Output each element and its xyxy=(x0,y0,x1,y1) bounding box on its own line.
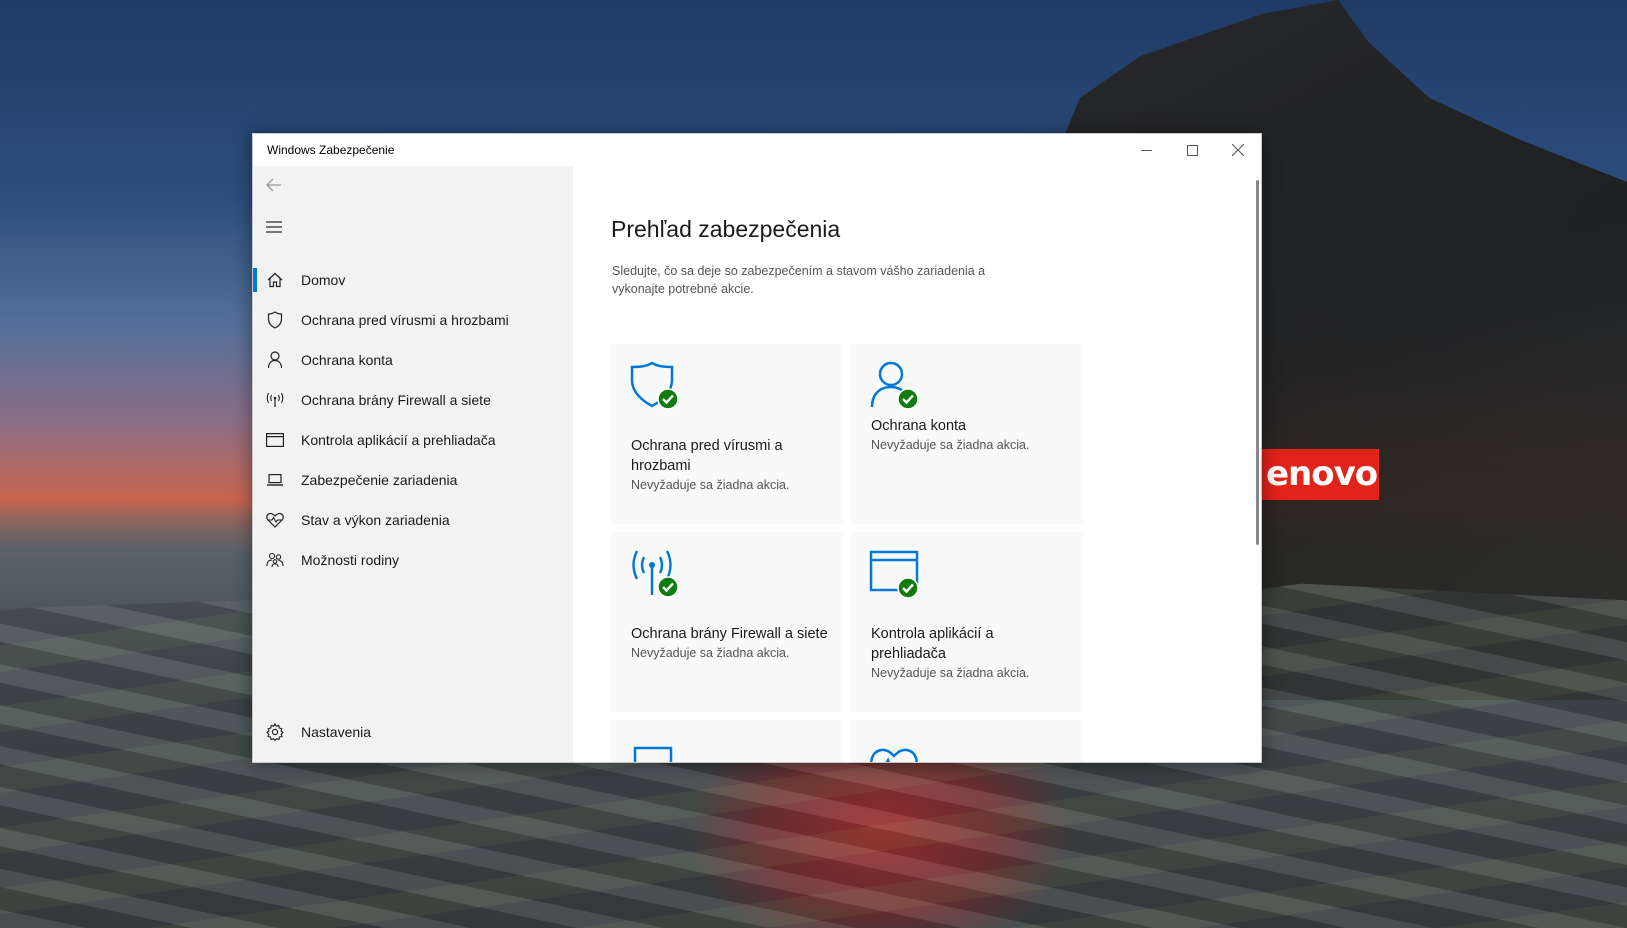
tile-status: Nevyžaduje sa žiadna akcia. xyxy=(631,478,790,492)
page-title: Prehľad zabezpečenia xyxy=(611,216,841,242)
browser-check-icon xyxy=(869,550,919,599)
page-description: Sledujte, čo sa deje so zabezpečením a s… xyxy=(612,264,986,296)
tile-text: Ochrana pred vírusmi a hrozbami Nevyžadu… xyxy=(631,436,831,494)
tile-virus-protection[interactable]: Ochrana pred vírusmi a hrozbami Nevyžadu… xyxy=(611,344,843,524)
sidebar-item-device-security[interactable]: Zabezpečenie zariadenia xyxy=(253,460,573,500)
tile-account-protection[interactable]: Ochrana konta Nevyžaduje sa žiadna akcia… xyxy=(851,344,1083,524)
sidebar-item-virus-protection[interactable]: Ochrana pred vírusmi a hrozbami xyxy=(253,300,573,340)
maximize-icon xyxy=(1186,144,1198,156)
tile-title: Ochrana konta xyxy=(871,418,967,434)
shield-icon xyxy=(265,310,285,330)
close-button[interactable] xyxy=(1215,134,1261,166)
tile-text: Ochrana brány Firewall a siete Nevyžaduj… xyxy=(631,624,831,662)
sidebar-item-settings[interactable]: Nastavenia xyxy=(253,712,573,752)
tile-text: Ochrana konta Nevyžaduje sa žiadna akcia… xyxy=(871,416,1071,454)
tile-status: Nevyžaduje sa žiadna akcia. xyxy=(631,646,790,660)
window-title: Windows Zabezpečenie xyxy=(267,143,395,157)
settings-label: Nastavenia xyxy=(301,724,372,740)
tile-title: Ochrana pred vírusmi a hrozbami xyxy=(631,438,783,474)
heart-pulse-icon xyxy=(265,510,285,530)
tile-status: Nevyžaduje sa žiadna akcia. xyxy=(871,438,1030,452)
shield-check-icon xyxy=(630,361,679,410)
sidebar-nav: Domov Ochrana pred vírusmi a hrozbami Oc… xyxy=(253,260,573,580)
antenna-check-icon xyxy=(632,550,679,598)
tile-title: Kontrola aplikácií a prehliadača xyxy=(871,626,994,662)
title-bar[interactable]: Windows Zabezpečenie xyxy=(253,134,1261,166)
minimize-button[interactable] xyxy=(1123,134,1169,166)
sidebar-item-label: Kontrola aplikácií a prehliadača xyxy=(301,432,496,448)
tile-app-browser-control[interactable]: Kontrola aplikácií a prehliadača Nevyžad… xyxy=(851,532,1083,712)
window-controls xyxy=(1123,134,1261,166)
tile-status: Nevyžaduje sa žiadna akcia. xyxy=(871,666,1030,680)
home-icon xyxy=(265,270,285,290)
laptop-icon xyxy=(633,746,673,762)
tile-title: Ochrana brány Firewall a siete xyxy=(631,626,828,642)
browser-window-icon xyxy=(265,430,285,450)
heart-pulse-icon xyxy=(870,748,918,762)
lenovo-logo: enovo xyxy=(1262,449,1379,500)
person-icon xyxy=(265,350,285,370)
sidebar-item-label: Ochrana konta xyxy=(301,352,393,368)
sidebar-item-account-protection[interactable]: Ochrana konta xyxy=(253,340,573,380)
maximize-button[interactable] xyxy=(1169,134,1215,166)
sidebar-item-family-options[interactable]: Možnosti rodiny xyxy=(253,540,573,580)
gear-icon xyxy=(265,722,285,742)
vertical-scrollbar[interactable] xyxy=(1256,180,1259,545)
family-icon xyxy=(265,550,285,570)
sidebar-item-label: Zabezpečenie zariadenia xyxy=(301,472,458,488)
security-window: Windows Zabezpečenie Domov Ochrana pred … xyxy=(252,133,1262,763)
minimize-icon xyxy=(1140,149,1152,151)
tile-device-health[interactable] xyxy=(851,720,1083,762)
person-check-icon xyxy=(870,361,919,410)
sidebar-item-label: Ochrana pred vírusmi a hrozbami xyxy=(301,312,509,328)
antenna-icon xyxy=(265,390,285,410)
main-content: Prehľad zabezpečenia Sledujte, čo sa dej… xyxy=(573,166,1261,762)
sidebar-item-label: Domov xyxy=(301,272,346,288)
hamburger-menu-icon[interactable] xyxy=(265,220,283,234)
close-icon xyxy=(1232,144,1244,156)
security-tiles: Ochrana pred vírusmi a hrozbami Nevyžadu… xyxy=(611,344,1083,762)
sidebar-item-label: Možnosti rodiny xyxy=(301,552,400,568)
sidebar-item-firewall[interactable]: Ochrana brány Firewall a siete xyxy=(253,380,573,420)
sidebar-item-app-browser-control[interactable]: Kontrola aplikácií a prehliadača xyxy=(253,420,573,460)
sidebar: Domov Ochrana pred vírusmi a hrozbami Oc… xyxy=(253,166,573,762)
sidebar-item-label: Stav a výkon zariadenia xyxy=(301,512,450,528)
tile-firewall[interactable]: Ochrana brány Firewall a siete Nevyžaduj… xyxy=(611,532,843,712)
sidebar-item-label: Ochrana brány Firewall a siete xyxy=(301,392,491,408)
tile-text: Kontrola aplikácií a prehliadača Nevyžad… xyxy=(871,624,1071,682)
back-arrow-icon[interactable] xyxy=(265,176,283,194)
tile-device-security[interactable] xyxy=(611,720,843,762)
sidebar-item-device-health[interactable]: Stav a výkon zariadenia xyxy=(253,500,573,540)
sidebar-item-home[interactable]: Domov xyxy=(253,260,573,300)
laptop-icon xyxy=(265,470,285,490)
